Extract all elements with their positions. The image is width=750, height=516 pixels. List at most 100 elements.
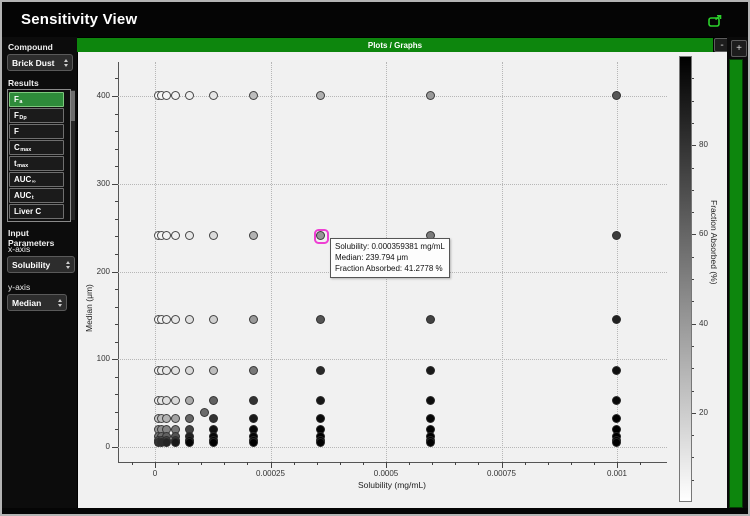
y-minor-tick xyxy=(115,219,118,220)
scatter-point[interactable] xyxy=(426,438,435,447)
colorbar-minor-tick xyxy=(692,301,694,302)
colorbar-minor-tick xyxy=(692,190,694,191)
y-tick-label: 0 xyxy=(84,442,110,451)
scatter-point[interactable] xyxy=(316,366,325,375)
scatter-point[interactable] xyxy=(316,315,325,324)
open-external-icon[interactable] xyxy=(708,14,722,26)
x-tick-label: 0.00075 xyxy=(477,469,527,478)
plots-graphs-header: Plots / Graphs xyxy=(77,38,713,52)
scatter-point[interactable] xyxy=(185,414,194,423)
scatter-point[interactable] xyxy=(209,438,218,447)
scatter-point[interactable] xyxy=(162,366,171,375)
x-minor-tick xyxy=(317,462,318,465)
scatter-point[interactable] xyxy=(316,414,325,423)
y-minor-tick xyxy=(115,78,118,79)
scatter-point[interactable] xyxy=(171,91,180,100)
results-item[interactable]: AUCt xyxy=(9,188,64,203)
x-minor-tick xyxy=(132,462,133,465)
scatter-point[interactable] xyxy=(249,396,258,405)
scatter-point[interactable] xyxy=(162,396,171,405)
collapsed-panel-strip[interactable] xyxy=(729,59,743,508)
scatter-point[interactable] xyxy=(316,438,325,447)
results-item-label: Liver C xyxy=(14,207,41,216)
scatter-point[interactable] xyxy=(612,231,621,240)
y-tick-label: 300 xyxy=(84,179,110,188)
scatter-point[interactable] xyxy=(209,91,218,100)
scatter-point[interactable] xyxy=(426,414,435,423)
results-item[interactable]: tmax xyxy=(9,156,64,171)
scatter-point[interactable] xyxy=(209,414,218,423)
x-axis-dropdown[interactable]: Solubility xyxy=(7,256,75,273)
plot-area: Median (μm) Solubility (mg/mL) Fraction … xyxy=(78,52,727,508)
y-axis-label: y-axis xyxy=(8,282,30,292)
y-axis-dropdown[interactable]: Median xyxy=(7,294,67,311)
x-major-tick xyxy=(155,462,156,468)
scatter-point[interactable] xyxy=(316,91,325,100)
scatter-point[interactable] xyxy=(171,366,180,375)
scatter-point[interactable] xyxy=(185,91,194,100)
expand-panel-button[interactable]: + xyxy=(731,40,747,57)
scatter-point[interactable] xyxy=(612,414,621,423)
scatter-point[interactable] xyxy=(209,366,218,375)
scatter-point[interactable] xyxy=(249,414,258,423)
scatter-point[interactable] xyxy=(249,91,258,100)
scatter-point[interactable] xyxy=(316,396,325,405)
results-item[interactable]: F xyxy=(9,124,64,139)
scatter-point[interactable] xyxy=(612,366,621,375)
colorbar-major-tick xyxy=(692,145,696,146)
scatter-point[interactable] xyxy=(426,315,435,324)
selected-point-highlight[interactable] xyxy=(314,229,329,244)
scatter-point[interactable] xyxy=(249,231,258,240)
scatter-point[interactable] xyxy=(171,396,180,405)
scatter-point[interactable] xyxy=(185,315,194,324)
scatter-point[interactable] xyxy=(249,315,258,324)
results-item[interactable]: FDp xyxy=(9,108,64,123)
scatter-point[interactable] xyxy=(162,91,171,100)
results-item[interactable]: Cmax xyxy=(9,140,64,155)
x-minor-tick xyxy=(571,462,572,465)
scatter-point[interactable] xyxy=(171,231,180,240)
results-item[interactable]: AUC∞ xyxy=(9,172,64,187)
y-axis-dropdown-value: Median xyxy=(12,298,41,308)
scatter-point[interactable] xyxy=(171,414,180,423)
scatter-point[interactable] xyxy=(249,366,258,375)
sidebar: Compound Brick Dust Results FaFDpFCmaxtm… xyxy=(2,37,77,508)
scatter-point[interactable] xyxy=(171,438,180,447)
scatter-point[interactable] xyxy=(209,396,218,405)
results-item[interactable]: Fa xyxy=(9,92,64,107)
compound-dropdown[interactable]: Brick Dust xyxy=(7,54,73,71)
x-minor-tick xyxy=(478,462,479,465)
scatter-point[interactable] xyxy=(162,414,171,423)
scatter-point[interactable] xyxy=(162,315,171,324)
scatter-point[interactable] xyxy=(200,408,209,417)
scatter-point[interactable] xyxy=(249,438,258,447)
results-item-subscript: Dp xyxy=(19,115,26,121)
scatter-point[interactable] xyxy=(612,91,621,100)
x-minor-tick xyxy=(640,462,641,465)
scatter-point[interactable] xyxy=(426,91,435,100)
y-minor-tick xyxy=(115,254,118,255)
scatter-point[interactable] xyxy=(209,231,218,240)
results-scrollbar-thumb[interactable] xyxy=(71,91,75,121)
scatter-point[interactable] xyxy=(426,366,435,375)
scatter-point[interactable] xyxy=(162,231,171,240)
scatter-point[interactable] xyxy=(612,438,621,447)
scatter-point[interactable] xyxy=(185,231,194,240)
scatter-point[interactable] xyxy=(171,315,180,324)
x-axis-label: x-axis xyxy=(8,244,30,254)
scatter-point[interactable] xyxy=(162,438,171,447)
y-minor-tick xyxy=(115,412,118,413)
scatter-point[interactable] xyxy=(185,438,194,447)
results-item-label: F xyxy=(14,111,19,120)
x-minor-tick xyxy=(247,462,248,465)
x-minor-tick xyxy=(201,462,202,465)
scatter-point[interactable] xyxy=(426,396,435,405)
x-axis-title: Solubility (mg/mL) xyxy=(332,480,452,490)
scatter-point[interactable] xyxy=(612,315,621,324)
y-gridline xyxy=(118,359,667,360)
results-item[interactable]: Liver C xyxy=(9,204,64,219)
scatter-point[interactable] xyxy=(612,396,621,405)
scatter-point[interactable] xyxy=(185,396,194,405)
scatter-point[interactable] xyxy=(209,315,218,324)
scatter-point[interactable] xyxy=(185,366,194,375)
